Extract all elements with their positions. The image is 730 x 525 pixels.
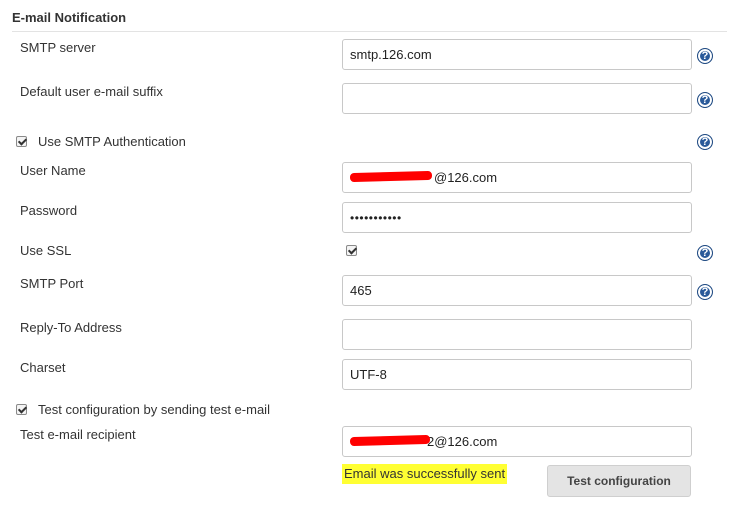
reply-to-input[interactable] [350, 320, 691, 349]
smtp-port-label: SMTP Port [20, 276, 84, 291]
section-title: E-mail Notification [12, 10, 127, 25]
smtp-server-field[interactable] [342, 39, 692, 70]
use-ssl-label: Use SSL [20, 243, 72, 258]
charset-input[interactable] [350, 360, 691, 389]
default-suffix-input[interactable] [350, 84, 691, 113]
test-config-label: Test configuration by sending test e-mai… [38, 402, 270, 417]
test-config-checkbox[interactable] [16, 404, 27, 415]
charset-label: Charset [20, 360, 66, 375]
section-divider [12, 31, 727, 32]
password-value: ••••••••••• [350, 211, 402, 225]
use-smtp-auth-checkbox[interactable] [16, 136, 27, 147]
password-field[interactable]: ••••••••••• [342, 202, 692, 233]
default-suffix-label: Default user e-mail suffix [20, 84, 163, 99]
smtp-server-label: SMTP server [20, 40, 96, 55]
help-icon[interactable]: ? [697, 245, 713, 261]
password-label: Password [20, 203, 78, 218]
use-smtp-auth-row: Use SMTP Authentication [16, 134, 186, 149]
smtp-server-input[interactable] [350, 40, 691, 69]
success-message: Email was successfully sent [342, 464, 508, 484]
help-icon[interactable]: ? [697, 92, 713, 108]
user-name-label: User Name [20, 163, 86, 178]
use-smtp-auth-label: Use SMTP Authentication [38, 134, 186, 149]
use-ssl-checkbox[interactable] [346, 245, 357, 256]
test-recipient-label: Test e-mail recipient [20, 427, 136, 442]
charset-field[interactable] [342, 359, 692, 390]
user-name-value: @126.com [434, 170, 498, 185]
reply-to-field[interactable] [342, 319, 692, 350]
default-suffix-field[interactable] [342, 83, 692, 114]
smtp-port-field[interactable] [342, 275, 692, 306]
test-recipient-value: @126.com [434, 434, 498, 449]
help-icon[interactable]: ? [697, 48, 713, 64]
help-icon[interactable]: ? [697, 134, 713, 150]
help-icon[interactable]: ? [697, 284, 713, 300]
test-config-row: Test configuration by sending test e-mai… [16, 402, 270, 417]
reply-to-label: Reply-To Address [20, 320, 122, 335]
test-configuration-button[interactable]: Test configuration [547, 465, 691, 497]
smtp-port-input[interactable] [350, 276, 691, 305]
